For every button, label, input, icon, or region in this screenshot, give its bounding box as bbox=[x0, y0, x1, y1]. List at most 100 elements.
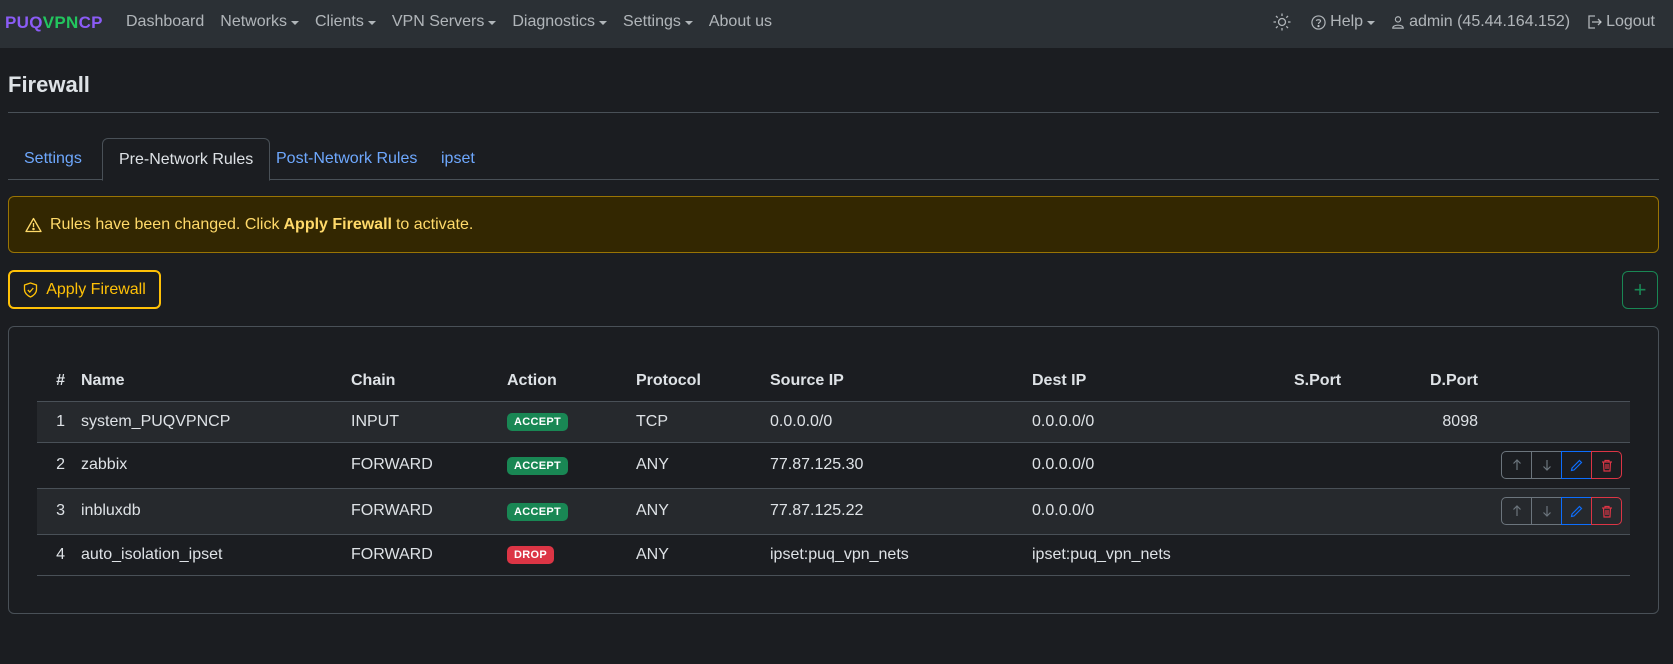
nav-networks-label: Networks bbox=[220, 13, 287, 30]
nav-diagnostics[interactable]: Diagnostics bbox=[512, 13, 608, 31]
cell-num: 4 bbox=[37, 534, 73, 576]
nav-user[interactable]: admin (45.44.164.152) bbox=[1391, 13, 1570, 31]
add-rule-button[interactable]: + bbox=[1622, 271, 1658, 309]
caret-down-icon bbox=[488, 21, 497, 25]
caret-down-icon bbox=[290, 21, 299, 25]
table-row: 1 system_PUQVPNCP INPUT ACCEPT TCP 0.0.0… bbox=[37, 401, 1630, 443]
nav-logout[interactable]: Logout bbox=[1586, 13, 1655, 31]
nav-help[interactable]: Help bbox=[1311, 13, 1376, 31]
cell-actions bbox=[1486, 442, 1630, 489]
person-icon bbox=[1392, 16, 1404, 29]
page-title: Firewall bbox=[8, 72, 90, 97]
brand-logo[interactable]: PUQVPNCP bbox=[5, 13, 103, 33]
table-row: 2 zabbix FORWARD ACCEPT ANY 77.87.125.30… bbox=[37, 442, 1630, 489]
tab-ipset[interactable]: ipset bbox=[425, 138, 491, 180]
cell-actions bbox=[1486, 488, 1630, 535]
pencil-icon bbox=[1570, 459, 1583, 471]
action-badge: ACCEPT bbox=[507, 502, 569, 521]
cell-chain: FORWARD bbox=[343, 488, 499, 535]
move-down-button[interactable] bbox=[1531, 451, 1562, 479]
nav-logout-label: Logout bbox=[1606, 13, 1655, 30]
nav-about-us[interactable]: About us bbox=[709, 13, 772, 31]
cell-actions bbox=[1486, 534, 1630, 576]
nav-help-label: Help bbox=[1330, 13, 1364, 30]
caret-down-icon bbox=[1367, 21, 1376, 25]
trash-icon bbox=[1601, 459, 1612, 472]
col-header-dest-ip: Dest IP bbox=[1024, 361, 1286, 402]
cell-dest-ip: ipset:puq_vpn_nets bbox=[1024, 534, 1286, 576]
nav-settings-label: Settings bbox=[623, 13, 681, 30]
sun-icon bbox=[1273, 13, 1291, 31]
cell-action: ACCEPT bbox=[499, 488, 628, 535]
col-header-num: # bbox=[37, 361, 73, 402]
rules-changed-alert: Rules have been changed. Click Apply Fir… bbox=[8, 196, 1659, 253]
cell-protocol: ANY bbox=[628, 488, 762, 535]
delete-rule-button[interactable] bbox=[1591, 497, 1622, 525]
row-action-group bbox=[1501, 497, 1622, 525]
caret-down-icon bbox=[599, 21, 608, 25]
pencil-icon bbox=[1570, 505, 1583, 517]
cell-chain: FORWARD bbox=[343, 442, 499, 489]
nav-dashboard-label: Dashboard bbox=[126, 13, 205, 30]
warning-triangle-icon bbox=[25, 217, 42, 232]
cell-protocol: ANY bbox=[628, 534, 762, 576]
tab-post-network-rules[interactable]: Post-Network Rules bbox=[260, 138, 433, 180]
cell-dport bbox=[1396, 488, 1486, 535]
nav-vpn-servers[interactable]: VPN Servers bbox=[392, 13, 497, 31]
arrow-up-icon bbox=[1512, 505, 1521, 516]
cell-dport bbox=[1396, 442, 1486, 489]
table-row: 3 inbluxdb FORWARD ACCEPT ANY 77.87.125.… bbox=[37, 488, 1630, 535]
nav-settings[interactable]: Settings bbox=[623, 13, 693, 31]
col-header-source-ip: Source IP bbox=[762, 361, 1024, 402]
cell-dest-ip: 0.0.0.0/0 bbox=[1024, 401, 1286, 443]
firewall-tabs: Settings Pre-Network Rules Post-Network … bbox=[8, 138, 1659, 181]
arrow-up-icon bbox=[1512, 459, 1521, 470]
cell-name: system_PUQVPNCP bbox=[73, 401, 343, 443]
cell-dest-ip: 0.0.0.0/0 bbox=[1024, 442, 1286, 489]
tab-pre-network-rules[interactable]: Pre-Network Rules bbox=[102, 138, 271, 181]
tab-settings[interactable]: Settings bbox=[8, 138, 98, 180]
nav-clients[interactable]: Clients bbox=[315, 13, 376, 31]
trash-icon bbox=[1601, 505, 1612, 518]
cell-chain: FORWARD bbox=[343, 534, 499, 576]
caret-down-icon bbox=[684, 21, 693, 25]
theme-toggle-button[interactable] bbox=[1273, 13, 1295, 31]
edit-rule-button[interactable] bbox=[1561, 497, 1592, 525]
move-down-button[interactable] bbox=[1531, 497, 1562, 525]
user-nav: Help admin (45.44.164.152) Logout bbox=[1257, 13, 1655, 31]
alert-text-strong: Apply Firewall bbox=[283, 215, 392, 233]
cell-action: ACCEPT bbox=[499, 442, 628, 489]
cell-actions bbox=[1486, 401, 1630, 443]
action-badge: ACCEPT bbox=[507, 413, 569, 431]
col-header-dport: D.Port bbox=[1396, 361, 1486, 402]
arrow-down-icon bbox=[1542, 460, 1551, 471]
delete-rule-button[interactable] bbox=[1591, 451, 1622, 479]
nav-user-label: admin (45.44.164.152) bbox=[1409, 13, 1571, 30]
action-badge: DROP bbox=[507, 546, 554, 564]
logout-icon bbox=[1588, 15, 1602, 29]
nav-about-us-label: About us bbox=[708, 13, 773, 30]
edit-rule-button[interactable] bbox=[1561, 451, 1592, 479]
col-header-protocol: Protocol bbox=[628, 361, 762, 402]
cell-action: DROP bbox=[499, 534, 628, 576]
cell-sport bbox=[1286, 534, 1396, 576]
nav-networks[interactable]: Networks bbox=[220, 13, 299, 31]
nav-dashboard[interactable]: Dashboard bbox=[126, 13, 204, 31]
move-up-button[interactable] bbox=[1501, 497, 1532, 525]
col-header-action: Action bbox=[499, 361, 628, 402]
main-nav: Dashboard Networks Clients VPN Servers D… bbox=[126, 13, 788, 31]
col-header-chain: Chain bbox=[343, 361, 499, 402]
cell-source-ip: 77.87.125.22 bbox=[762, 488, 1024, 535]
alert-text-prefix: Rules have been changed. Click bbox=[50, 215, 280, 233]
table-row: 4 auto_isolation_ipset FORWARD DROP ANY … bbox=[37, 534, 1630, 576]
rules-table: # Name Chain Action Protocol Source IP D… bbox=[37, 361, 1630, 576]
action-badge: ACCEPT bbox=[507, 456, 569, 475]
cell-name: zabbix bbox=[73, 442, 343, 489]
apply-firewall-button[interactable]: Apply Firewall bbox=[8, 270, 161, 309]
question-circle-icon bbox=[1311, 14, 1326, 30]
cell-action: ACCEPT bbox=[499, 401, 628, 443]
rules-card: # Name Chain Action Protocol Source IP D… bbox=[8, 326, 1659, 614]
move-up-button[interactable] bbox=[1501, 451, 1532, 479]
cell-num: 2 bbox=[37, 442, 73, 489]
cell-num: 3 bbox=[37, 488, 73, 535]
